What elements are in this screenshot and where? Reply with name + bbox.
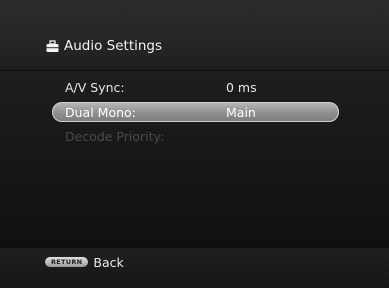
audio-settings-screen: Audio Settings A/V Sync: 0 ms Dual Mono:… <box>0 0 389 288</box>
back-label: Back <box>93 254 124 270</box>
back-control[interactable]: RETURN Back <box>45 254 124 270</box>
menu-item-av-sync[interactable]: A/V Sync: 0 ms <box>52 77 339 97</box>
menu-item-dual-mono[interactable]: Dual Mono: Main <box>52 102 339 122</box>
menu-item-value: 0 ms <box>226 79 257 95</box>
menu-item-label: Decode Priority: <box>65 128 165 144</box>
page-title: Audio Settings <box>46 36 162 56</box>
settings-panel <box>0 71 389 248</box>
menu-item-decode-priority: Decode Priority: <box>52 126 339 146</box>
return-button-icon[interactable]: RETURN <box>45 257 89 267</box>
toolbox-icon <box>46 39 59 52</box>
page-title-text: Audio Settings <box>64 38 163 54</box>
menu-item-label: Dual Mono: <box>65 104 136 120</box>
menu-item-value: Main <box>226 104 256 120</box>
menu-item-label: A/V Sync: <box>65 79 125 95</box>
header-bar <box>0 0 389 70</box>
